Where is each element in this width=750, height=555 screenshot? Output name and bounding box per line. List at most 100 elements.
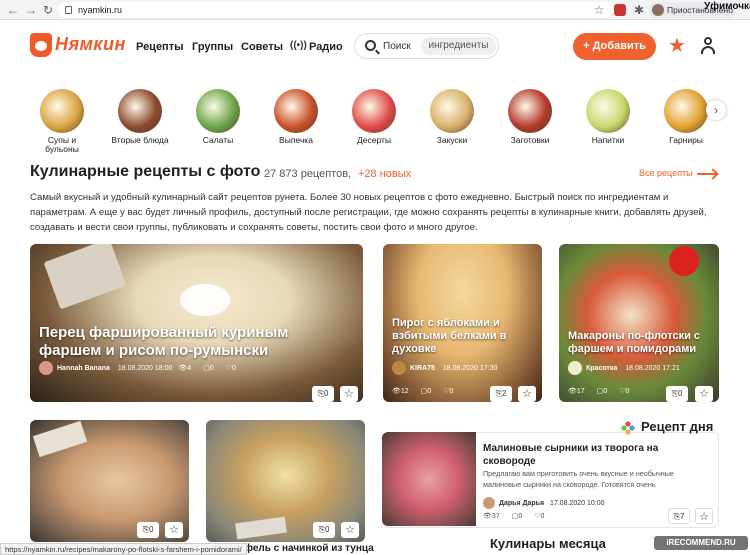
recipe-card[interactable]: Перец фаршированный куриным фаршем и рис… — [30, 244, 363, 402]
card-sticker — [235, 516, 287, 540]
bookmark-star-icon[interactable]: ☆ — [592, 3, 606, 17]
new-recipe-count[interactable]: +28 новых — [358, 168, 411, 180]
favorite-star-icon[interactable]: ☆ — [340, 386, 358, 402]
recipe-of-day-author: Дарья Дарья 17.08.2020 10:00 — [483, 497, 605, 509]
card-date: 18.08.2020 18:00 — [117, 364, 173, 372]
category-label: Гарниры — [669, 135, 703, 145]
card-stats: 👁17 ▢0 ♡0 — [568, 388, 630, 395]
save-count-button[interactable]: ⎘0 — [666, 386, 688, 402]
comment-count: 0 — [518, 513, 523, 520]
category-image — [508, 89, 552, 133]
category-item[interactable]: Салаты — [188, 89, 248, 145]
reload-icon[interactable]: ↻ — [41, 3, 55, 17]
author-name: Дарья Дарья — [499, 499, 545, 507]
recipe-of-day-photo[interactable] — [382, 432, 476, 526]
forward-arrow-icon[interactable]: → — [24, 3, 38, 17]
save-count-button[interactable]: ⎘0 — [313, 522, 335, 538]
recipe-card[interactable]: Пирог с яблоками и взбитыми белками в ду… — [383, 244, 542, 402]
browser-toolbar: ← → ↻ nyamkin.ru ☆ ✱ Приостановлено Уфим… — [0, 0, 750, 20]
save-count-button[interactable]: ⎘2 — [490, 386, 512, 402]
favorite-star-icon[interactable]: ☆ — [165, 522, 183, 538]
page-title: Кулинарные рецепты с фото — [30, 163, 261, 180]
card-date: 17.08.2020 10:00 — [550, 499, 605, 507]
recipe-card[interactable]: Макароны по-флотски с фаршем и помидорам… — [559, 244, 719, 402]
category-image — [352, 89, 396, 133]
favorite-star-icon[interactable]: ☆ — [518, 386, 536, 402]
avatar — [39, 361, 53, 375]
category-item[interactable]: Супы и бульоны — [32, 89, 92, 154]
recipe-of-day-stats: 👁37 ▢0 ♡0 — [483, 513, 545, 520]
lock-icon — [65, 6, 72, 14]
intro-text: Самый вкусный и удобный кулинарный сайт … — [30, 192, 707, 233]
category-label: Заготовки — [510, 135, 550, 145]
category-item[interactable]: Заготовки — [500, 89, 560, 145]
food-photo — [669, 246, 699, 276]
card-sticker — [43, 244, 127, 310]
recipe-card[interactable]: ⎘0 ☆ — [30, 420, 189, 542]
view-count: 17 — [576, 388, 585, 395]
site-logo[interactable]: Нямкин — [30, 33, 125, 59]
logo-text: Нямкин — [55, 34, 126, 54]
recipe-of-day-desc: Предлагаю вам приготовить очень вкусные … — [483, 469, 674, 489]
back-arrow-icon[interactable]: ← — [6, 3, 20, 17]
user-icon[interactable] — [700, 37, 716, 55]
category-item[interactable]: Напитки — [578, 89, 638, 145]
card-meta: Красотка 18.08.2020 17:21 — [568, 361, 686, 375]
favorite-star-icon[interactable]: ☆ — [341, 522, 359, 538]
nav-tips[interactable]: Советы — [241, 41, 283, 53]
author-name: Hannah Banana — [57, 364, 110, 372]
search-label[interactable]: Поиск — [383, 41, 411, 52]
cooks-of-month-heading: Кулинары месяца — [490, 536, 606, 551]
save-count-button[interactable]: ⎘7 — [668, 508, 690, 524]
card-date: 18.08.2020 17:21 — [625, 364, 680, 372]
all-recipes-link[interactable]: Все рецепты — [639, 168, 693, 178]
like-count: 0 — [232, 364, 236, 372]
card-date: 18.08.2020 17:30 — [442, 364, 498, 372]
category-item[interactable]: Гарниры — [656, 89, 716, 145]
url-text: nyamkin.ru — [78, 5, 123, 15]
search-box[interactable]: Поиск ингредиенты — [354, 33, 499, 59]
card-title[interactable]: Перец фаршированный куриным фаршем и рис… — [39, 324, 339, 360]
category-image — [40, 89, 84, 133]
category-item[interactable]: Закуски — [422, 89, 482, 145]
flower-icon — [621, 421, 635, 435]
nav-radio[interactable]: Радио — [309, 41, 343, 53]
author-name: KIRA75 — [410, 364, 435, 372]
favorite-star-icon[interactable]: ☆ — [695, 508, 713, 524]
avatar — [392, 361, 406, 375]
comment-count: 0 — [603, 388, 608, 395]
card-meta: Hannah Banana 18.08.2020 18:00 👁4 ▢0 ♡0 — [39, 361, 248, 375]
avatar — [483, 497, 495, 509]
category-image — [274, 89, 318, 133]
category-item[interactable]: Выпечка — [266, 89, 326, 145]
nav-recipes[interactable]: Рецепты — [136, 41, 184, 53]
recipe-card[interactable]: ⎘0 ☆ — [206, 420, 365, 542]
arrow-right-icon[interactable] — [697, 173, 716, 175]
card-stats: 👁12 ▢0 ♡0 — [392, 388, 454, 395]
address-bar[interactable]: nyamkin.ru — [58, 2, 613, 18]
category-item[interactable]: Вторые блюда — [110, 89, 170, 145]
card-title[interactable]: рофель с начинкой из тунца — [232, 543, 374, 554]
favorite-star-icon[interactable]: ☆ — [695, 386, 713, 402]
search-icon — [365, 40, 376, 51]
category-image — [586, 89, 630, 133]
save-count-button[interactable]: ⎘0 — [137, 522, 159, 538]
view-count: 4 — [187, 364, 192, 372]
nav-groups[interactable]: Группы — [192, 41, 233, 53]
recipe-of-day-title[interactable]: Малиновые сырники из творога на сковород… — [483, 442, 713, 468]
category-label: Вторые блюда — [111, 135, 169, 145]
add-button[interactable]: + Добавить — [573, 33, 656, 60]
card-title[interactable]: Пирог с яблоками и взбитыми белками в ду… — [392, 317, 532, 356]
chevron-right-icon[interactable]: › — [706, 100, 726, 120]
extension-icon[interactable] — [614, 4, 626, 16]
card-title[interactable]: Макароны по-флотски с фаршем и помидорам… — [568, 330, 716, 356]
favorites-star-icon[interactable]: ★ — [668, 35, 686, 57]
category-label: Напитки — [591, 135, 625, 145]
category-item[interactable]: Десерты — [344, 89, 404, 145]
ingredients-toggle[interactable]: ингредиенты — [421, 37, 496, 55]
logo-pot-icon — [30, 33, 52, 57]
avatar — [568, 361, 582, 375]
card-sticker — [32, 420, 88, 458]
puzzle-icon[interactable]: ✱ — [632, 3, 646, 17]
save-count-button[interactable]: ⎘0 — [312, 386, 334, 402]
